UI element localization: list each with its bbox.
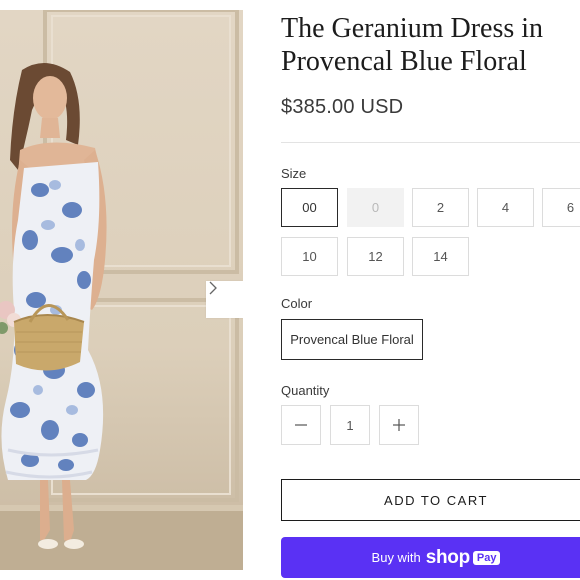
shop-pay-button[interactable]: Buy with shop Pay — [281, 537, 580, 578]
next-image-button[interactable] — [206, 281, 243, 318]
size-option-00[interactable]: 00 — [281, 188, 338, 227]
shop-pay-badge: Pay — [472, 550, 501, 565]
quantity-decrement-button[interactable] — [281, 405, 321, 445]
add-to-cart-button[interactable]: ADD TO CART — [281, 479, 580, 521]
color-label: Color — [281, 296, 313, 311]
quantity-increment-button[interactable] — [379, 405, 419, 445]
product-title: The Geranium Dress in Provencal Blue Flo… — [281, 12, 580, 78]
quantity-input[interactable]: 1 — [330, 405, 370, 445]
product-title-line-1: The Geranium Dress in — [281, 13, 544, 44]
size-option-6[interactable]: 6 — [542, 188, 580, 227]
plus-icon — [393, 419, 405, 431]
color-option-provencal-blue-floral[interactable]: Provencal Blue Floral — [281, 319, 423, 360]
size-option-12[interactable]: 12 — [347, 237, 404, 276]
product-price: $385.00 USD — [281, 96, 404, 118]
chevron-right-icon — [209, 281, 217, 295]
size-label: Size — [281, 166, 307, 181]
divider — [281, 142, 580, 143]
size-option-14[interactable]: 14 — [412, 237, 469, 276]
shop-pay-prefix: Buy with — [371, 550, 421, 565]
size-option-4[interactable]: 4 — [477, 188, 534, 227]
size-option-0[interactable]: 0 — [347, 188, 404, 227]
shop-pay-logo: shop — [425, 546, 470, 568]
minus-icon — [295, 424, 307, 426]
product-image — [0, 10, 243, 570]
size-option-10[interactable]: 10 — [281, 237, 338, 276]
product-title-line-2: Provencal Blue Floral — [281, 46, 527, 77]
quantity-label: Quantity — [281, 383, 330, 398]
size-option-2[interactable]: 2 — [412, 188, 469, 227]
